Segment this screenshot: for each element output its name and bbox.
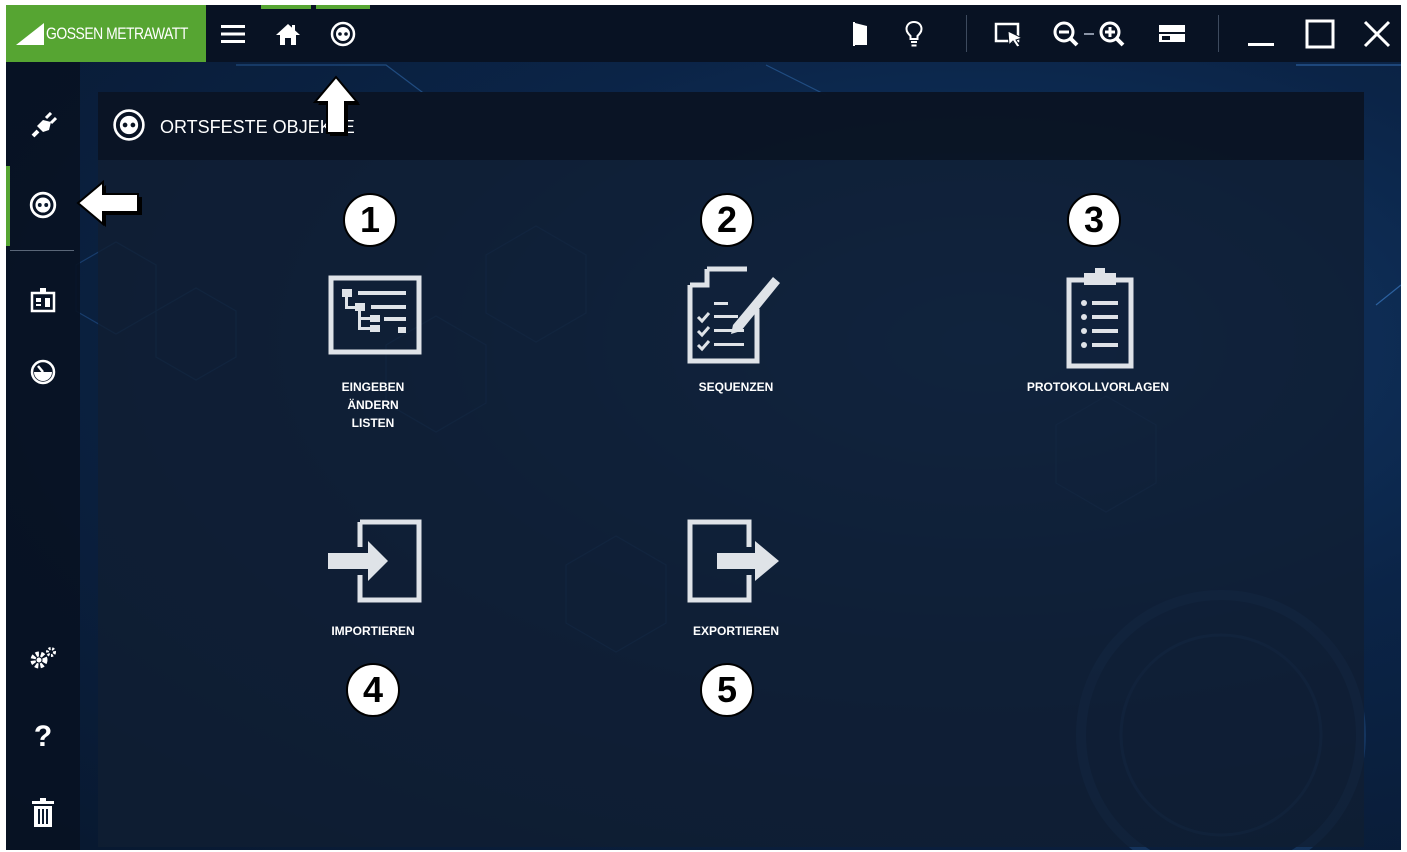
- checklist-edit-icon: [687, 265, 783, 370]
- tree-list-icon: [328, 275, 422, 360]
- brand-name: GOSSEN METRAWATT: [46, 23, 188, 43]
- title-bar: GOSSEN METRAWATT: [6, 5, 1401, 62]
- tile-label: SEQUENZEN: [698, 380, 774, 394]
- tile-label: PROTOKOLLVORLAGEN: [1026, 380, 1170, 394]
- tile-label: EXPORTIEREN: [692, 624, 779, 638]
- sidebar-item-measure[interactable]: [6, 344, 80, 404]
- tile-exportieren[interactable]: EXPORTIEREN: [671, 517, 801, 647]
- settings-icon: [28, 646, 58, 675]
- socket-highlight: [316, 5, 370, 9]
- help-icon: ?: [33, 720, 53, 753]
- trash-icon: [31, 797, 55, 833]
- home-icon[interactable]: [272, 17, 304, 51]
- toolbar-divider: [1218, 15, 1219, 52]
- minimize-icon[interactable]: [1244, 17, 1278, 51]
- close-icon[interactable]: [1360, 17, 1394, 51]
- callout-badge-3: 3: [1067, 193, 1121, 247]
- callout-arrow-left: [76, 179, 142, 227]
- sidebar-item-settings[interactable]: [6, 630, 80, 690]
- callout-badge-2: 2: [700, 193, 754, 247]
- layout-icon[interactable]: [1156, 17, 1188, 51]
- app-window: GOSSEN METRAWATT ? ORTSFESTE OBJEKTE EIN…: [6, 5, 1401, 850]
- tile-label: EINGEBEN ÄNDERN LISTEN: [341, 380, 405, 430]
- socket-icon: [29, 191, 57, 224]
- tile-label: IMPORTIEREN: [331, 624, 415, 638]
- sidebar-item-devices[interactable]: [6, 272, 80, 332]
- zoom-out-icon[interactable]: [1051, 17, 1083, 51]
- home-highlight: [261, 5, 311, 9]
- callout-badge-5: 5: [700, 663, 754, 717]
- zoom-in-icon[interactable]: [1097, 17, 1129, 51]
- door-icon[interactable]: [848, 17, 874, 51]
- socket-icon[interactable]: [327, 17, 359, 51]
- toolbar-divider: [966, 15, 967, 52]
- lightbulb-icon[interactable]: [901, 17, 927, 51]
- menu-icon[interactable]: [218, 17, 248, 51]
- select-cursor-icon[interactable]: [993, 17, 1025, 51]
- clipboard-list-icon: [1066, 268, 1134, 375]
- sidebar: ?: [6, 62, 80, 850]
- export-icon: [687, 519, 783, 608]
- maximize-icon[interactable]: [1303, 17, 1337, 51]
- sidebar-item-delete[interactable]: [6, 785, 80, 845]
- sidebar-item-plug[interactable]: [6, 98, 80, 158]
- sidebar-item-help[interactable]: ?: [6, 707, 80, 767]
- device-id-icon: [29, 286, 57, 319]
- tile-eingeben[interactable]: EINGEBEN ÄNDERN LISTEN: [308, 260, 438, 440]
- panel-header: ORTSFESTE OBJEKTE: [98, 92, 1364, 160]
- socket-icon: [112, 108, 146, 147]
- tile-importieren[interactable]: IMPORTIEREN: [308, 517, 438, 647]
- plug-icon: [29, 111, 58, 145]
- logo-mark: [16, 22, 44, 45]
- import-icon: [326, 519, 422, 608]
- tile-protokollvorlagen[interactable]: PROTOKOLLVORLAGEN: [1018, 260, 1178, 400]
- sidebar-item-fixed-objects[interactable]: [6, 177, 80, 237]
- callout-arrow-up: [312, 75, 360, 136]
- callout-badge-1: 1: [343, 193, 397, 247]
- zoom-separator: [1083, 17, 1095, 51]
- tile-sequenzen[interactable]: SEQUENZEN: [671, 260, 801, 400]
- sidebar-divider: [10, 250, 74, 251]
- callout-badge-4: 4: [346, 663, 400, 717]
- brand-logo: GOSSEN METRAWATT: [6, 5, 206, 62]
- gauge-icon: [29, 358, 57, 391]
